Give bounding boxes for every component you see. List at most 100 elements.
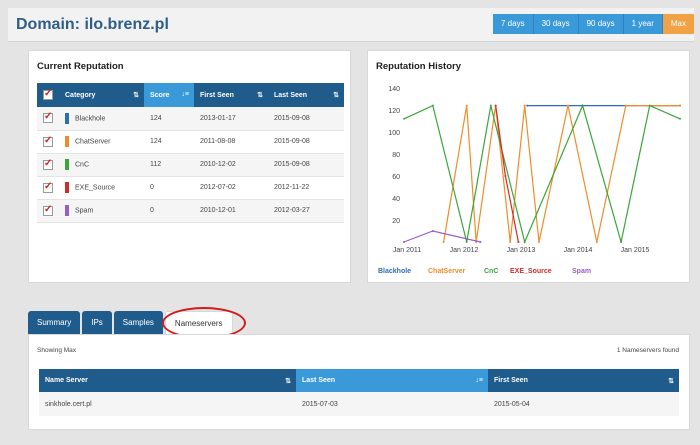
data-point [403,241,405,243]
select-all-checkbox[interactable] [43,88,53,100]
data-point [431,230,434,232]
range-1-year-button[interactable]: 1 year [623,14,663,34]
last-seen-cell: 2015-09-08 [268,107,344,131]
score-cell: 112 [144,153,194,177]
table-row: ChatServer 124 2011-08-08 2015-09-08 [37,130,344,154]
row-checkbox[interactable] [43,181,53,193]
score-cell: 0 [144,199,194,223]
range-30-days-button[interactable]: 30 days [533,14,579,34]
table-row: sinkhole.cert.pl 2015-07-03 2015-05-04 [39,392,679,416]
score-cell: 0 [144,176,194,200]
y-tick-label: 80 [392,152,400,159]
data-point [523,104,526,107]
table-header-row: Name Server ⇅ Last Seen ↓≡ First Seen ⇅ [39,369,679,392]
page-header: Domain: ilo.brenz.pl 7 days 30 days 90 d… [8,8,694,42]
range-max-button[interactable]: Max [662,14,694,34]
results-count-label: 1 Nameservers found [616,347,679,354]
last-seen-column-header[interactable]: Last Seen ⇅ [268,83,344,107]
y-tick-label: 140 [388,86,400,93]
sort-icon: ⇅ [333,92,339,99]
y-axis: 140 120 100 80 60 40 20 [388,86,400,225]
score-cell: 124 [144,107,194,131]
first-seen-cell: 2015-05-04 [488,392,679,416]
last-seen-cell: 2015-09-08 [268,130,344,154]
data-point [595,241,598,243]
series-color-swatch [65,112,69,124]
x-tick-label: Jan 2011 [393,247,421,254]
y-tick-label: 120 [388,108,400,115]
sort-desc-icon: ↓≡ [475,377,483,384]
data-point [620,241,623,243]
x-tick-label: Jan 2013 [507,247,536,254]
table-header-row: Category⇅ Score↓≡ First Seen⇅ Last Seen⇅ [37,83,344,107]
first-seen-column-header[interactable]: First Seen ⇅ [488,369,679,392]
series-color-swatch [65,182,69,193]
page-title: Domain: ilo.brenz.pl [16,16,169,33]
row-checkbox[interactable] [43,135,53,147]
table-row: Spam 0 2010-12-01 2012-03-27 [37,199,344,223]
range-selector: 7 days 30 days 90 days 1 year Max [493,14,694,34]
first-seen-cell: 2013-01-17 [194,107,268,131]
row-checkbox[interactable] [43,204,53,216]
data-point [538,241,540,243]
category-column-header[interactable]: Category ⇅ [59,83,144,107]
first-seen-column-header[interactable]: First Seen ⇅ [194,83,268,107]
panel-title: Current Reputation [37,61,124,72]
data-point [526,104,529,107]
data-point [465,104,468,107]
data-point [489,104,492,107]
name-server-column-header[interactable]: Name Server ⇅ [39,369,296,392]
row-checkbox[interactable] [43,158,53,170]
reputation-table: Category⇅ Score↓≡ First Seen⇅ Last Seen⇅… [37,83,344,223]
x-axis: Jan 2011 Jan 2012 Jan 2013 Jan 2014 Jan … [393,247,650,254]
showing-range-label: Showing Max [37,347,77,354]
last-seen-cell: 2015-07-03 [296,392,488,416]
sort-icon: ⇅ [285,378,291,385]
current-reputation-panel: Current Reputation Category⇅ Score↓≡ Fir… [28,50,351,283]
category-cell: EXE_Source [75,184,116,192]
score-column-header[interactable]: Score ↓≡ [144,83,194,107]
row-checkbox[interactable] [43,111,53,124]
data-point [679,104,681,107]
x-tick-label: Jan 2015 [621,247,650,254]
y-tick-label: 20 [392,218,400,225]
name-server-cell[interactable]: sinkhole.cert.pl [39,392,296,416]
series-line-cnc [403,103,681,244]
y-tick-label: 60 [392,174,400,181]
category-cell: Blackhole [75,115,106,123]
table-row: CnC 112 2010-12-02 2015-09-08 [37,153,344,177]
first-seen-cell: 2012-07-02 [194,176,268,200]
tab-samples[interactable]: Samples [113,311,163,334]
range-7-days-button[interactable]: 7 days [493,14,534,34]
x-tick-label: Jan 2014 [564,247,593,254]
x-tick-label: Jan 2012 [450,247,479,254]
data-point [479,241,482,243]
sort-desc-icon: ↓≡ [181,91,189,98]
legend-item-blackhole: Blackhole [378,268,411,275]
select-all-header[interactable] [37,83,59,107]
first-seen-cell: 2010-12-02 [194,153,268,177]
score-cell: 124 [144,130,194,154]
tab-ips[interactable]: IPs [82,311,112,334]
y-tick-label: 100 [388,130,400,137]
nameservers-table: Name Server ⇅ Last Seen ↓≡ First Seen ⇅ sin… [39,369,679,416]
data-point [679,117,681,120]
data-point [431,104,434,107]
data-point [403,117,406,120]
data-point [523,241,526,243]
nameservers-panel: Showing Max 1 Nameservers found Name Ser… [28,334,690,430]
data-point [465,241,468,243]
first-seen-cell: 2010-12-01 [194,199,268,223]
series-line-exe-source [495,105,519,243]
last-seen-cell: 2012-11-22 [268,176,344,200]
first-seen-cell: 2011-08-08 [194,130,268,154]
data-point [504,175,507,177]
series-color-swatch [65,159,69,170]
range-90-days-button[interactable]: 90 days [578,14,624,34]
sort-icon: ⇅ [257,92,263,99]
tab-summary[interactable]: Summary [28,311,81,334]
last-seen-column-header[interactable]: Last Seen ↓≡ [296,369,488,392]
data-point [509,241,512,243]
category-cell: Spam [75,207,94,215]
last-seen-cell: 2015-09-08 [268,153,344,177]
